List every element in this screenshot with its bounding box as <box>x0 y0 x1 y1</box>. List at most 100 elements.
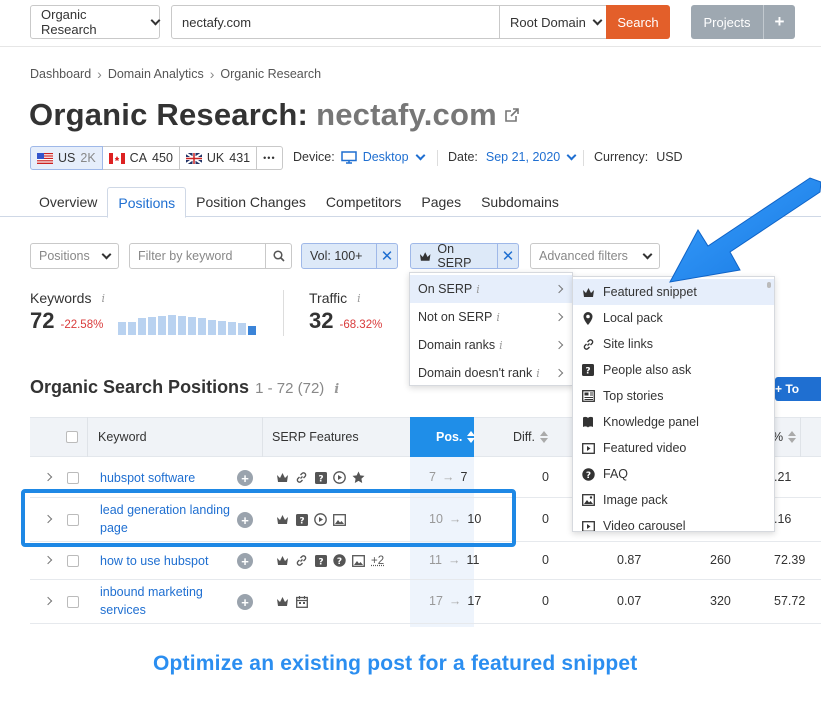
keyword-link[interactable]: how to use hubspot <box>100 552 240 570</box>
keyword-link[interactable]: hubspot software <box>100 469 240 487</box>
add-keyword-icon[interactable]: + <box>237 553 253 569</box>
menu-item-not-on-serp[interactable]: Not on SERP i <box>410 303 572 331</box>
map-pin-icon <box>581 311 595 325</box>
percent-cell: 72.39 <box>774 553 806 567</box>
tab-overview[interactable]: Overview <box>29 187 107 217</box>
submenu-item-people-also-ask[interactable]: ? People also ask <box>573 357 774 383</box>
submenu-item-featured-video[interactable]: Featured video <box>573 435 774 461</box>
plus-icon[interactable]: + <box>764 12 795 32</box>
row-checkbox[interactable] <box>67 555 79 567</box>
submenu-item-image-pack[interactable]: Image pack <box>573 487 774 513</box>
more-features-count[interactable]: +2 <box>371 555 384 567</box>
link-icon <box>295 471 308 484</box>
close-icon[interactable]: ✕ <box>376 243 398 269</box>
submenu-item-site-links[interactable]: Site links <box>573 331 774 357</box>
advanced-filters-button[interactable]: Advanced filters <box>530 243 660 269</box>
add-keyword-icon[interactable]: + <box>237 470 253 486</box>
row-checkbox[interactable] <box>67 472 79 484</box>
table-row[interactable]: how to use hubspot + ?? +2 11 → 11 0 0.87… <box>30 542 821 580</box>
header-label: Diff. <box>513 430 535 444</box>
expand-row-icon[interactable] <box>43 596 53 606</box>
tab-competitors[interactable]: Competitors <box>316 187 411 217</box>
menu-item-domain-ranks[interactable]: Domain ranks i <box>410 331 572 359</box>
info-icon[interactable]: i <box>101 292 105 305</box>
volume-cell: 260 <box>710 553 731 567</box>
expand-row-icon[interactable] <box>43 472 53 482</box>
database-tab-ca[interactable]: CA 450 <box>102 146 180 170</box>
previous-position: 7 <box>429 470 436 484</box>
header-percent[interactable]: % <box>772 417 797 457</box>
tab-pages[interactable]: Pages <box>411 187 471 217</box>
row-checkbox[interactable] <box>67 596 79 608</box>
trend-bar <box>198 318 206 335</box>
crown-icon <box>419 251 431 261</box>
expand-row-icon[interactable] <box>43 555 53 565</box>
domain-search-input[interactable]: nectafy.com <box>171 5 501 39</box>
to-button[interactable]: + To <box>775 377 821 401</box>
serp-filter[interactable]: On SERP <box>410 242 498 270</box>
info-icon[interactable]: i <box>357 292 361 305</box>
submenu-item-label: Featured video <box>603 441 687 455</box>
percent-cell: .21 <box>774 470 792 484</box>
info-icon[interactable]: i <box>334 382 339 397</box>
menu-item-label: Not on SERP <box>418 310 493 324</box>
header-position[interactable]: Pos. <box>436 417 476 457</box>
report-tabs: Overview Positions Position Changes Comp… <box>29 187 569 218</box>
trend-bar <box>148 317 156 335</box>
current-position: 11 <box>466 553 480 567</box>
breadcrumb-organic-research: Organic Research <box>220 67 322 81</box>
submenu-item-label: FAQ <box>603 467 629 481</box>
keyword-filter-input[interactable]: Filter by keyword <box>129 243 266 269</box>
breadcrumb-domain-analytics[interactable]: Domain Analytics <box>108 67 204 81</box>
positions-filter[interactable]: Positions <box>30 243 119 269</box>
breadcrumb-dashboard[interactable]: Dashboard <box>30 67 91 81</box>
add-keyword-icon[interactable]: + <box>237 594 253 610</box>
menu-item-domain-doesnt-rank[interactable]: Domain doesn't rank i <box>410 359 572 387</box>
submenu-item-label: Video carousel <box>603 519 686 532</box>
search-button[interactable]: Search <box>606 5 670 39</box>
svg-text:?: ? <box>318 474 323 484</box>
header-keyword[interactable]: Keyword <box>98 417 147 457</box>
image-icon <box>581 493 595 507</box>
database-select[interactable]: Organic Research <box>30 5 161 39</box>
scope-select[interactable]: Root Domain <box>499 5 607 39</box>
submenu-item-knowledge-panel[interactable]: Knowledge panel <box>573 409 774 435</box>
menu-item-on-serp[interactable]: On SERP i <box>410 275 572 303</box>
image-icon <box>352 554 365 567</box>
submenu-item-faq[interactable]: ? FAQ <box>573 461 774 487</box>
divider <box>437 150 438 166</box>
submenu-item-local-pack[interactable]: Local pack <box>573 305 774 331</box>
select-all-checkbox[interactable] <box>66 417 78 457</box>
calendar-icon <box>295 595 308 608</box>
close-icon[interactable]: ✕ <box>497 243 519 269</box>
position-cell: 11 → 11 <box>429 553 479 567</box>
projects-button[interactable]: Projects + <box>691 5 795 39</box>
database-tab-us[interactable]: US 2K <box>30 146 103 170</box>
tab-position-changes[interactable]: Position Changes <box>186 187 316 217</box>
page-title: Organic Research: nectafy.com <box>29 97 519 133</box>
keyword-link[interactable]: inbound marketing services <box>100 583 240 619</box>
header-diff[interactable]: Diff. <box>513 417 548 457</box>
tab-subdomains[interactable]: Subdomains <box>471 187 569 217</box>
submenu-item-label: People also ask <box>603 363 692 377</box>
external-link-icon[interactable] <box>505 108 519 122</box>
advanced-filters-label: Advanced filters <box>539 249 628 263</box>
tab-positions[interactable]: Positions <box>107 187 187 218</box>
volume-filter[interactable]: Vol: 100+ <box>301 243 377 269</box>
traffic-delta: -68.32% <box>339 319 383 331</box>
submenu-item-video-carousel[interactable]: Video carousel <box>573 513 774 532</box>
device-selector[interactable]: Device: Desktop <box>293 150 425 164</box>
position-cell: 7 → 7 <box>429 470 467 484</box>
keyword-search-button[interactable] <box>265 243 292 269</box>
submenu-item-top-stories[interactable]: Top stories <box>573 383 774 409</box>
highlight-annotation <box>21 489 516 547</box>
page-title-domain[interactable]: nectafy.com <box>316 97 497 133</box>
link-icon <box>581 337 595 351</box>
database-tab-uk[interactable]: UK 431 <box>179 146 258 170</box>
date-selector[interactable]: Date: Sep 21, 2020 <box>448 150 577 164</box>
more-databases-button[interactable]: ••• <box>257 146 283 170</box>
arrow-annotation-icon <box>669 177 821 283</box>
header-serp-features[interactable]: SERP Features <box>272 417 359 457</box>
table-row[interactable]: inbound marketing services + 17 → 17 0 0… <box>30 580 821 624</box>
keywords-delta: -22.58% <box>60 319 104 331</box>
